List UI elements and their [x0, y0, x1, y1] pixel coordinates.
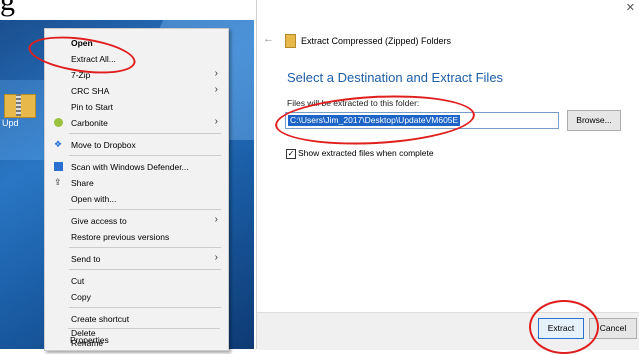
menu-item-label: Open with... — [71, 194, 117, 204]
share-icon: ⇪ — [54, 177, 62, 187]
menu-item-move-to-dropbox[interactable]: ❖ Move to Dropbox — [45, 137, 228, 153]
carbonite-icon — [54, 118, 63, 127]
browse-button[interactable]: Browse... — [567, 110, 621, 131]
menu-item-copy[interactable]: Copy — [45, 289, 228, 305]
menu-item-restore-versions[interactable]: Restore previous versions — [45, 229, 228, 245]
menu-item-label: Cut — [71, 276, 85, 286]
menu-item-carbonite[interactable]: Carbonite › — [45, 115, 228, 131]
menu-item-scan-defender[interactable]: Scan with Windows Defender... — [45, 159, 228, 175]
menu-item-label: Properties — [70, 335, 109, 345]
show-files-checkbox[interactable]: ✓ — [286, 149, 296, 159]
dropbox-icon: ❖ — [54, 139, 63, 149]
menu-separator — [69, 269, 221, 270]
menu-item-label: Scan with Windows Defender... — [71, 162, 189, 172]
show-files-label: Show extracted files when complete — [298, 148, 434, 158]
extract-dialog: ✕ ← Extract Compressed (Zipped) Folders … — [256, 0, 639, 354]
menu-item-send-to[interactable]: Send to › — [45, 251, 228, 267]
chevron-right-icon: › — [214, 252, 218, 263]
menu-separator — [69, 247, 221, 248]
zipper-icon — [16, 94, 21, 116]
context-menu: Open Extract All... 7-Zip › CRC SHA › Pin … — [44, 28, 229, 351]
menu-item-label: Copy — [71, 292, 91, 302]
annotation-circle-extract — [529, 300, 599, 354]
zip-folder-icon — [285, 34, 296, 48]
menu-item-label: Restore previous versions — [71, 232, 170, 242]
chevron-right-icon: › — [214, 68, 218, 79]
menu-item-crc-sha[interactable]: CRC SHA › — [45, 83, 228, 99]
menu-item-pin-to-start[interactable]: Pin to Start — [45, 99, 228, 115]
menu-item-label: Share — [71, 178, 94, 188]
menu-item-cut[interactable]: Cut — [45, 273, 228, 289]
chevron-right-icon: › — [214, 116, 218, 127]
defender-shield-icon — [54, 162, 63, 171]
dialog-heading: Select a Destination and Extract Files — [287, 70, 504, 85]
menu-separator — [69, 133, 221, 134]
menu-item-label: CRC SHA — [71, 86, 110, 96]
folder-label: Upd — [2, 118, 19, 128]
clipped-header-text: g — [0, 0, 15, 17]
menu-item-give-access[interactable]: Give access to › — [45, 213, 228, 229]
menu-separator — [68, 328, 220, 329]
menu-item-properties[interactable]: Properties — [44, 332, 227, 348]
menu-separator — [69, 307, 221, 308]
menu-item-open-with[interactable]: Open with... — [45, 191, 228, 207]
menu-separator — [69, 155, 221, 156]
menu-item-label: Move to Dropbox — [71, 140, 136, 150]
menu-item-label: Send to — [71, 254, 101, 264]
chevron-right-icon: › — [214, 214, 218, 225]
chevron-right-icon: › — [214, 84, 218, 95]
dialog-title: Extract Compressed (Zipped) Folders — [301, 36, 452, 46]
menu-item-label: Create shortcut — [71, 314, 130, 324]
close-icon[interactable]: ✕ — [626, 1, 635, 14]
menu-item-label: Pin to Start — [71, 102, 114, 112]
zip-folder-desktop-icon[interactable]: Upd — [2, 90, 36, 134]
menu-item-label: Carbonite — [71, 118, 108, 128]
menu-separator — [69, 209, 221, 210]
menu-item-label: Give access to — [71, 216, 127, 226]
menu-item-share[interactable]: ⇪ Share — [45, 175, 228, 191]
back-arrow-icon[interactable]: ← — [263, 33, 274, 45]
